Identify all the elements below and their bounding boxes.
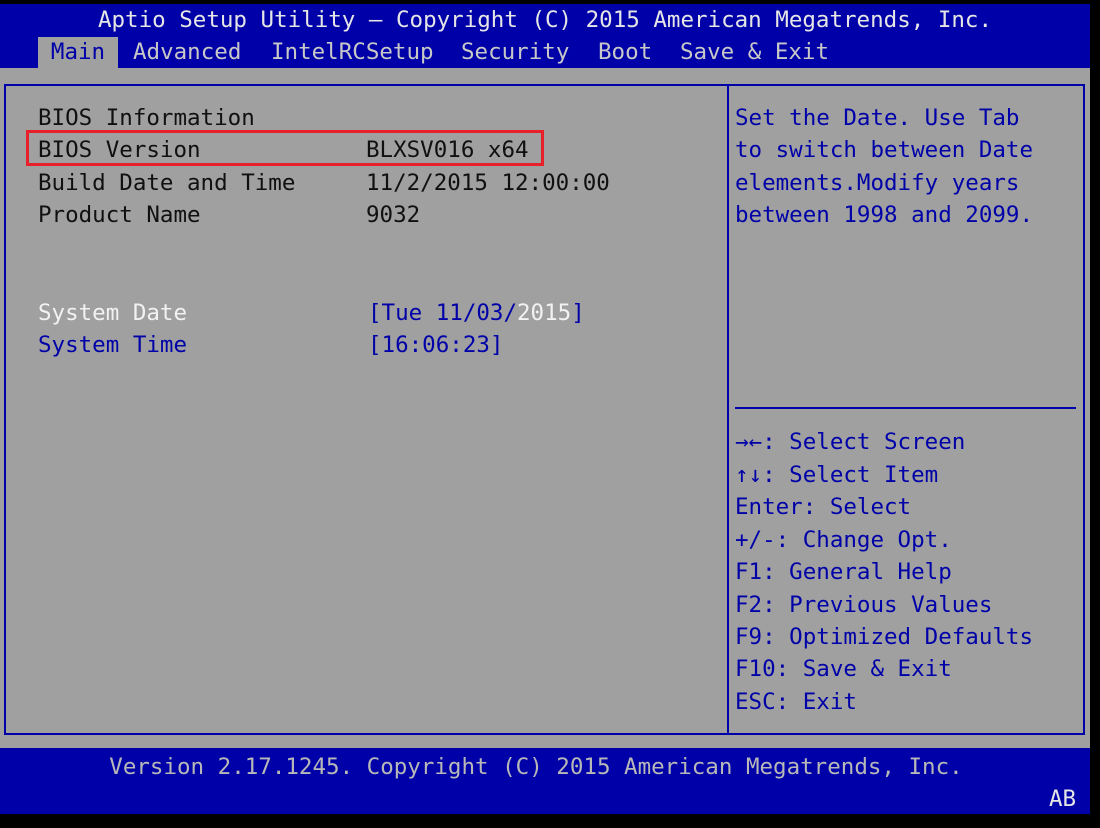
tab-advanced[interactable]: Advanced [133, 37, 241, 68]
date-prefix: [Tue 11/03/ [368, 300, 518, 326]
system-date-label[interactable]: System Date [38, 297, 187, 329]
key-hint: F1: General Help [735, 559, 952, 585]
key-hint: ESC: Exit [735, 689, 857, 715]
bios-version-label: BIOS Version [38, 137, 201, 163]
footer-version: Version 2.17.1245. Copyright (C) 2015 Am… [109, 754, 963, 780]
bios-version-value: BLXSV016 x64 [366, 137, 529, 163]
footer-badge: AB [1049, 786, 1077, 812]
help-line: elements.Modify years [735, 170, 1020, 196]
app-title: Aptio Setup Utility – Copyright (C) 2015… [97, 7, 993, 33]
tab-intelrcsetup[interactable]: IntelRCSetup [271, 37, 434, 68]
tab-save-exit[interactable]: Save & Exit [680, 37, 829, 68]
date-suffix: ] [571, 300, 585, 326]
build-date-label: Build Date and Time [38, 170, 296, 196]
system-time-label[interactable]: System Time [38, 329, 187, 361]
key-hint: F10: Save & Exit [735, 656, 952, 682]
key-hint: F9: Optimized Defaults [735, 624, 1034, 650]
key-hint: F2: Previous Values [735, 592, 993, 618]
product-name-label: Product Name [38, 202, 201, 228]
key-hint: +/-: Change Opt. [735, 527, 952, 553]
tab-security[interactable]: Security [461, 37, 569, 68]
system-time-value[interactable]: [16:06:23] [368, 329, 503, 361]
key-hint: →←: Select Screen [735, 429, 966, 455]
tab-main[interactable]: Main [38, 37, 118, 68]
help-divider [735, 407, 1076, 409]
key-hint: ↑↓: Select Item [735, 462, 939, 488]
date-year-selected[interactable]: 2015 [517, 300, 571, 326]
help-line: between 1998 and 2099. [735, 202, 1034, 228]
system-date-value[interactable]: [Tue 11/03/2015] [368, 297, 585, 329]
tab-boot[interactable]: Boot [598, 37, 652, 68]
help-line: Set the Date. Use Tab [735, 105, 1020, 131]
key-hint: Enter: Select [735, 494, 912, 520]
build-date-value: 11/2/2015 12:00:00 [366, 170, 610, 196]
help-line: to switch between Date [735, 137, 1034, 163]
product-name-value: 9032 [366, 202, 421, 228]
